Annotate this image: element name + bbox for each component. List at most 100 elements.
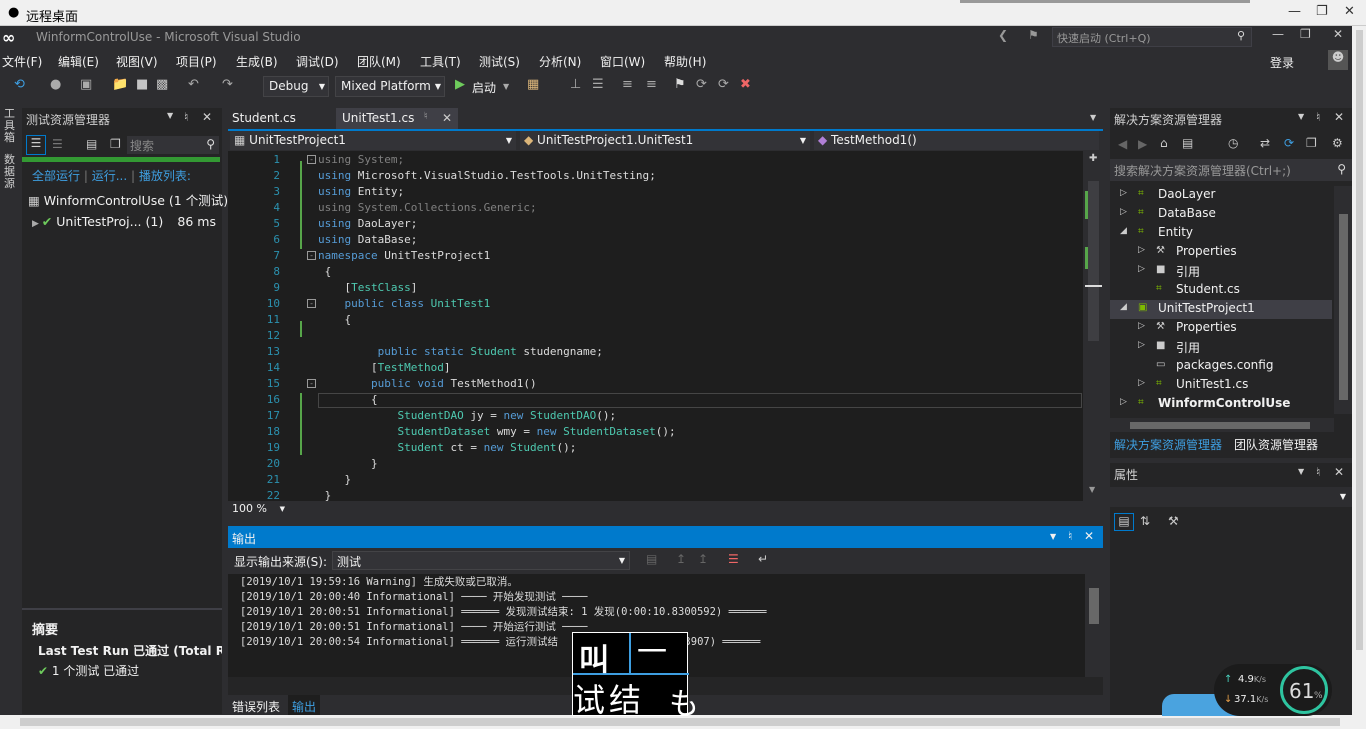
expand-arrow-icon[interactable]: ▷ xyxy=(1138,378,1145,388)
menu-view[interactable]: 视图(V) xyxy=(116,53,158,70)
expand-arrow-icon[interactable]: ▷ xyxy=(1138,245,1145,255)
login-link[interactable]: 登录 xyxy=(1270,54,1294,71)
start-button[interactable]: 启动 xyxy=(472,79,496,96)
solution-item[interactable]: ▭ packages.config xyxy=(1110,357,1332,376)
prev-bookmark-icon[interactable]: ⟳ xyxy=(696,77,707,92)
test-search-input[interactable]: 搜索 ⚲ xyxy=(127,136,219,154)
fold-toggle-icon[interactable]: - xyxy=(307,155,316,164)
solution-item[interactable]: ▷ ⌗ DataBase xyxy=(1110,205,1332,224)
solution-item[interactable]: ▷ ⚒ Properties xyxy=(1110,243,1332,262)
collapse-arrow-icon[interactable]: ◢ xyxy=(1120,226,1127,236)
back-icon[interactable]: ◀ xyxy=(1118,137,1127,151)
output-menu-icon[interactable]: ▼ xyxy=(1050,532,1056,541)
code-editor[interactable]: 1 using System; 2 using Microsoft.VisualStu… xyxy=(228,151,1083,502)
sort-icon[interactable]: ▤ xyxy=(86,137,97,151)
tab-unittest1-cs[interactable]: UnitTest1.cs ♮ ✕ xyxy=(336,108,458,129)
goto-prev-icon[interactable]: ▤ xyxy=(646,552,657,566)
indent-icon[interactable]: ≡ xyxy=(622,77,633,92)
format-icon[interactable]: ☰ xyxy=(592,77,604,92)
collapse-arrow-icon[interactable]: ◢ xyxy=(1120,302,1127,312)
back-icon[interactable]: ⟲ xyxy=(14,77,25,92)
expand-arrow-icon[interactable]: ▷ xyxy=(1138,340,1145,350)
netspeed-widget[interactable]: ↑ 4.9K/s ↓ 37.1K/s 61 % xyxy=(1214,664,1332,716)
run-link[interactable]: 运行... xyxy=(92,169,127,183)
nav-project-dropdown[interactable]: ▦ UnitTestProject1 ▼ xyxy=(230,131,516,150)
vs-restore-icon[interactable]: ❐ xyxy=(1300,27,1311,41)
undo-icon[interactable]: ↶ xyxy=(188,77,199,92)
refresh-icon[interactable]: ⟳ xyxy=(1284,136,1294,150)
menu-analyze[interactable]: 分析(N) xyxy=(539,53,581,70)
open-icon[interactable]: 📁 xyxy=(112,77,128,92)
editor-scrollbar[interactable]: ✚ ▼ xyxy=(1084,151,1103,501)
splitter[interactable] xyxy=(22,608,222,610)
solution-item[interactable]: ▷ ■ 引用 xyxy=(1110,262,1332,281)
save-icon[interactable]: ■ xyxy=(136,77,148,92)
close-panel-icon[interactable]: ✕ xyxy=(1334,465,1344,479)
close-icon[interactable]: ✕ xyxy=(1344,4,1355,19)
config-dropdown[interactable]: Debug ▼ xyxy=(263,76,329,97)
pin-icon[interactable]: ♮ xyxy=(1316,465,1320,479)
sync-icon[interactable]: ⇄ xyxy=(1260,136,1270,150)
menu-debug[interactable]: 调试(D) xyxy=(296,53,339,70)
solution-item[interactable]: ▷ ⌗ UnitTest1.cs xyxy=(1110,376,1332,395)
menu-help[interactable]: 帮助(H) xyxy=(664,53,706,70)
pending-changes-icon[interactable]: ◷ xyxy=(1228,136,1238,150)
switch-views-icon[interactable]: ▤ xyxy=(1182,136,1193,150)
hierarchy-icon[interactable]: ⊥ xyxy=(570,77,581,92)
bookmark-icon[interactable]: ⚑ xyxy=(674,77,686,92)
restore-icon[interactable]: ❐ xyxy=(1316,4,1328,19)
output-source-dropdown[interactable]: 测试 ▼ xyxy=(332,551,630,570)
clear-all-icon[interactable]: ☰ xyxy=(728,552,739,566)
group-icon[interactable]: ☰ xyxy=(26,135,46,155)
menu-test[interactable]: 测试(S) xyxy=(479,53,520,70)
output-close-icon[interactable]: ✕ xyxy=(1084,529,1094,543)
expand-arrow-icon[interactable]: ▷ xyxy=(1120,207,1127,217)
zoom-dropdown[interactable]: 100 % ▼ xyxy=(228,501,288,517)
solution-item[interactable]: ▷ ■ 引用 xyxy=(1110,338,1332,357)
test-root-item[interactable]: ▦ WinformControlUse (1 个测试) xyxy=(28,190,228,209)
goto-last-icon[interactable]: ↥ xyxy=(698,552,708,566)
solution-item[interactable]: ◢ ⌗ Entity xyxy=(1110,224,1332,243)
menu-build[interactable]: 生成(B) xyxy=(236,53,278,70)
nav-class-dropdown[interactable]: ◆ UnitTestProject1.UnitTest1 ▼ xyxy=(520,131,810,150)
solution-item[interactable]: ▷ ⚒ Properties xyxy=(1110,319,1332,338)
outdent-icon[interactable]: ≡ xyxy=(646,77,657,92)
collapse-all-icon[interactable]: ❐ xyxy=(1306,136,1317,150)
home-icon[interactable]: ⌂ xyxy=(1160,136,1168,150)
tab-solution-explorer[interactable]: 解决方案资源管理器 xyxy=(1114,436,1222,453)
new-project-icon[interactable]: ▣ xyxy=(80,77,92,92)
solution-item[interactable]: ⌗ Student.cs xyxy=(1110,281,1332,300)
menu-project[interactable]: 项目(P) xyxy=(176,53,217,70)
tab-error-list[interactable]: 错误列表 xyxy=(232,698,280,715)
start-dropdown-icon[interactable]: ▼ xyxy=(503,82,509,91)
output-scrollbar[interactable] xyxy=(1085,574,1103,677)
nav-member-dropdown[interactable]: ◆ TestMethod1() xyxy=(814,131,1099,150)
fold-toggle-icon[interactable]: - xyxy=(307,251,316,260)
solution-hscroll[interactable] xyxy=(1110,418,1334,432)
output-pin-icon[interactable]: ♮ xyxy=(1068,529,1072,543)
goto-next-icon[interactable]: ↥ xyxy=(676,552,686,566)
vs-close-icon[interactable]: ✕ xyxy=(1333,27,1343,41)
editor-hscroll[interactable] xyxy=(290,501,1103,517)
attach-icon[interactable]: ▦ xyxy=(527,77,539,92)
datasource-tab[interactable]: 数据源 xyxy=(4,154,16,190)
tab-student-cs[interactable]: Student.cs xyxy=(232,111,296,125)
menu-team[interactable]: 团队(M) xyxy=(357,53,401,70)
forward-icon[interactable]: ● xyxy=(50,77,61,92)
redo-icon[interactable]: ↷ xyxy=(222,77,233,92)
expand-arrow-icon[interactable]: ▷ xyxy=(1138,264,1145,274)
solution-item[interactable]: ▷ ⌗ DaoLayer xyxy=(1110,186,1332,205)
tab-team-explorer[interactable]: 团队资源管理器 xyxy=(1234,436,1318,453)
feedback-icon[interactable]: ❮ xyxy=(998,28,1008,42)
solution-scrollbar[interactable] xyxy=(1334,186,1352,414)
filter-icon[interactable]: ☰ xyxy=(52,137,63,151)
solution-search-input[interactable]: 搜索解决方案资源管理器(Ctrl+;) ⚲ xyxy=(1110,159,1352,181)
word-wrap-icon[interactable]: ↵ xyxy=(758,552,768,566)
expand-arrow-icon[interactable]: ▷ xyxy=(1120,188,1127,198)
fold-toggle-icon[interactable]: - xyxy=(307,379,316,388)
expand-arrow-icon[interactable]: ▷ xyxy=(1138,321,1145,331)
pin-icon[interactable]: ♮ xyxy=(1316,110,1320,124)
menu-edit[interactable]: 编辑(E) xyxy=(58,53,99,70)
test-child-item[interactable]: ▶ ✔ UnitTestProj... (1) 86 ms xyxy=(32,214,220,229)
quick-launch-input[interactable]: 快速启动 (Ctrl+Q) ⚲ xyxy=(1052,27,1252,47)
